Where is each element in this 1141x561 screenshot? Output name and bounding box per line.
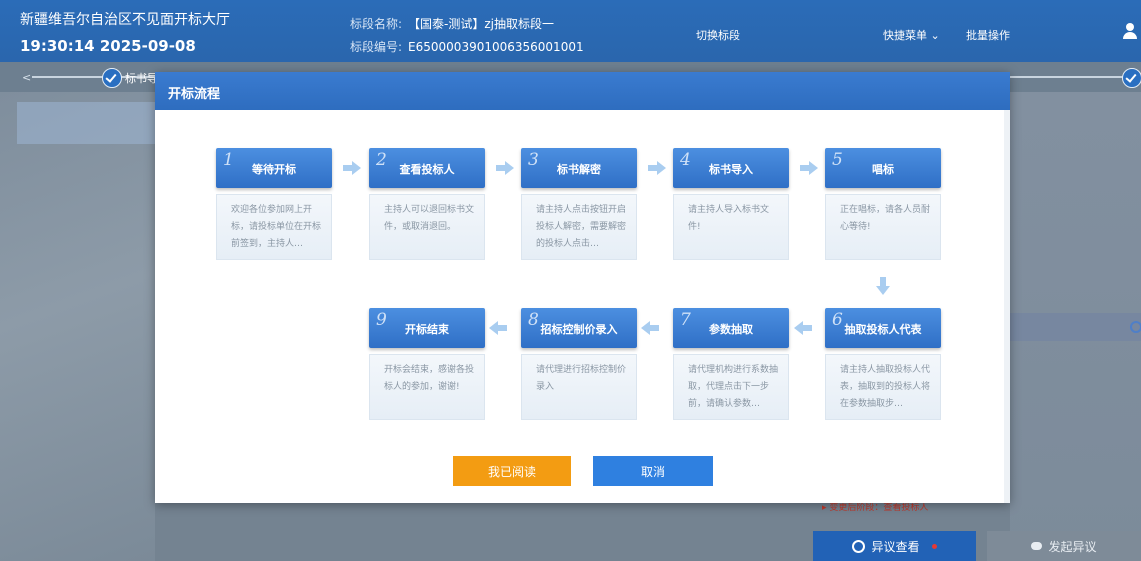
dialog-scrollbar[interactable] [1004,110,1010,503]
step-title: 参数抽取 [709,323,753,336]
project-name-label: 标段名称: [350,17,403,31]
arrow-left-icon [641,321,659,335]
step-description: 欢迎各位参加网上开标，请投标单位在开标前签到，主持人… [216,194,332,260]
notification-dot-icon [931,543,937,549]
right-panel-search-strip [1010,313,1141,341]
step-header: 8 招标控制价录入 [521,308,637,348]
arrow-right-icon [800,161,818,175]
clock: 19:30:14 2025-09-08 [20,37,196,55]
project-name-value: 【国泰-测试】zj抽取标段一 [408,17,555,31]
objection-view-label: 异议查看 [871,539,920,554]
step-title: 抽取投标人代表 [844,323,922,336]
hall-title: 新疆维吾尔自治区不见面开标大厅 [20,12,230,28]
read-confirm-button[interactable]: 我已阅读 [453,456,571,486]
project-name: 标段名称: 【国泰-测试】zj抽取标段一 [350,15,554,32]
left-panel-highlight [17,102,155,144]
cancel-button[interactable]: 取消 [593,456,713,486]
project-code-value: E6500003901006356001001 [408,40,584,54]
bid-opening-flow-dialog: 开标流程 1 等待开标 欢迎各位参加网上开标，请投标单位在开标前签到，主持人… 2… [155,72,1010,503]
step-header: 9 开标结束 [369,308,485,348]
right-panel [1010,92,1141,561]
step-description: 请主持人导入标书文件! [673,194,789,260]
step-description: 正在唱标，请各人员耐心等待! [825,194,941,260]
search-icon[interactable] [1130,321,1141,333]
step-header: 5 唱标 [825,148,941,188]
step-description: 请代理进行招标控制价录入 [521,354,637,420]
step-title: 开标结束 [405,323,449,336]
step-complete-icon [1122,68,1141,88]
step-complete-icon [102,68,122,88]
search-icon [852,539,866,553]
step-header: 4 标书导入 [673,148,789,188]
switch-section-button[interactable]: 切换标段 [696,27,740,43]
step-header: 3 标书解密 [521,148,637,188]
left-panel [0,92,155,561]
raise-objection-button[interactable]: 发起异议 [987,531,1141,561]
step-title: 查看投标人 [399,163,455,176]
step-description: 请主持人点击按钮开启投标人解密，需要解密的投标人点击… [521,194,637,260]
objection-view-button[interactable]: 异议查看 [813,531,976,561]
arrow-down-icon [876,277,890,295]
top-header: 新疆维吾尔自治区不见面开标大厅 19:30:14 2025-09-08 标段名称… [0,0,1141,62]
chevron-left-icon[interactable]: < [22,71,31,84]
step-header: 1 等待开标 [216,148,332,188]
arrow-right-icon [648,161,666,175]
step-header: 2 查看投标人 [369,148,485,188]
step-description: 请主持人抽取投标人代表，抽取到的投标人将在参数抽取步… [825,354,941,420]
arrow-left-icon [489,321,507,335]
quick-menu-button[interactable]: 快捷菜单 ⌄ [883,27,940,43]
step-description: 开标会结束，感谢各投标人的参加，谢谢! [369,354,485,420]
step-title: 标书导入 [709,163,753,176]
chat-bubble-icon [1031,542,1043,550]
project-code: 标段编号: E6500003901006356001001 [350,38,584,55]
step-title: 标书解密 [557,163,601,176]
step-title: 招标控制价录入 [540,323,618,336]
project-code-label: 标段编号: [350,40,403,54]
step-description: 主持人可以退回标书文件，或取消退回。 [369,194,485,260]
step-title: 唱标 [872,163,894,176]
arrow-left-icon [794,321,812,335]
dialog-header: 开标流程 [155,72,1010,110]
step-header: 6 抽取投标人代表 [825,308,941,348]
batch-ops-button[interactable]: 批量操作 [966,27,1010,43]
step-title: 等待开标 [252,163,296,176]
raise-objection-label: 发起异议 [1048,539,1097,554]
step-header: 7 参数抽取 [673,308,789,348]
user-icon[interactable] [1123,23,1137,39]
arrow-right-icon [343,161,361,175]
arrow-right-icon [496,161,514,175]
step-description: 请代理机构进行系数抽取，代理点击下一步前，请确认参数… [673,354,789,420]
dialog-title: 开标流程 [168,87,221,102]
